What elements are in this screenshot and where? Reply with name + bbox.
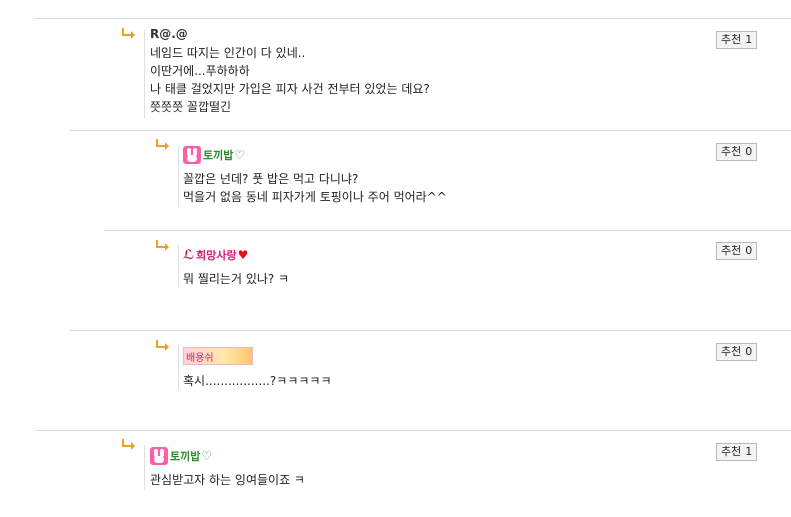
reply-arrow-icon — [156, 139, 169, 150]
recommend-button[interactable]: 추천 0 — [716, 242, 758, 260]
reply-indent-bar — [144, 30, 145, 118]
comment-line: 혹시.................?ㅋㅋㅋㅋㅋ — [183, 374, 332, 388]
recommend-label: 추천 — [721, 145, 742, 158]
recommend-button[interactable]: 추천 1 — [716, 31, 758, 49]
divider — [104, 230, 791, 231]
comment-body: 관심받고자 하는 잉여들이죠 ㅋ — [150, 471, 305, 489]
reply-arrow-icon — [156, 240, 169, 251]
comment-line: 꼴깝은 넌데? 풋 밥은 먹고 다니냐? — [183, 172, 359, 186]
divider — [35, 430, 791, 431]
rabbit-icon — [150, 447, 168, 465]
heart-outline-icon: ♡ — [234, 148, 246, 162]
heart-outline-icon: ♡ — [201, 449, 213, 463]
author-name: 토끼밥 — [170, 450, 201, 463]
comment-author[interactable]: ℒ 희망사랑 ♥ — [183, 245, 248, 265]
reply-indent-bar — [178, 245, 179, 287]
comment-body: 꼴깝은 넌데? 풋 밥은 먹고 다니냐? 먹을거 없음 동네 피자가게 토핑이나… — [183, 170, 447, 206]
comment-line: 쯧쯧쯧 꼴깝떨긴 — [150, 100, 232, 114]
comment-line: 관심받고자 하는 잉여들이죠 ㅋ — [150, 473, 305, 487]
reply-arrow-icon — [122, 439, 135, 450]
comment-author[interactable]: R@.@ — [150, 27, 188, 41]
author-name: 토끼밥 — [203, 149, 234, 162]
divider — [70, 330, 791, 331]
author-name: 희망사랑 — [196, 249, 237, 262]
recommend-button[interactable]: 추천 1 — [716, 443, 758, 461]
author-name: 배용쉬 — [186, 352, 214, 364]
love-logo-icon: ℒ — [183, 247, 195, 263]
recommend-button[interactable]: 추천 0 — [716, 143, 758, 161]
recommend-button[interactable]: 추천 0 — [716, 343, 758, 361]
reply-indent-bar — [178, 145, 179, 207]
comment-body: 네임드 따지는 인간이 다 있네.. 이딴거에...푸하하하 나 태클 걸었지만… — [150, 44, 430, 116]
divider-top — [35, 18, 791, 19]
recommend-label: 추천 — [721, 445, 742, 458]
recommend-count: 0 — [745, 145, 753, 158]
recommend-count: 0 — [745, 345, 753, 358]
comment-line: 먹을거 없음 동네 피자가게 토핑이나 주어 먹어라^^ — [183, 190, 447, 204]
comment-body: 뭐 찔리는거 있나? ㅋ — [183, 270, 289, 288]
divider — [70, 130, 791, 131]
reply-indent-bar — [178, 345, 179, 390]
recommend-count: 0 — [745, 244, 753, 257]
reply-arrow-icon — [156, 340, 169, 351]
comment-line: 이딴거에...푸하하하 — [150, 64, 250, 78]
recommend-label: 추천 — [721, 244, 742, 257]
recommend-label: 추천 — [721, 345, 742, 358]
heart-filled-icon: ♥ — [237, 248, 249, 262]
comment-line: 나 태클 걸었지만 가입은 피자 사건 전부터 있었는 데요? — [150, 82, 430, 96]
recommend-count: 1 — [745, 33, 753, 46]
reply-arrow-icon — [122, 28, 135, 39]
comment-author[interactable]: 토끼밥 ♡ — [150, 446, 212, 466]
comment-author[interactable]: 토끼밥 ♡ — [183, 145, 245, 165]
recommend-label: 추천 — [721, 33, 742, 46]
comment-line: 뭐 찔리는거 있나? ㅋ — [183, 272, 290, 286]
reply-indent-bar — [144, 445, 145, 490]
recommend-count: 1 — [745, 445, 753, 458]
comment-line: 네임드 따지는 인간이 다 있네.. — [150, 46, 306, 60]
nickname-banner-image: 배용쉬 — [183, 347, 253, 365]
comment-body: 혹시.................?ㅋㅋㅋㅋㅋ — [183, 372, 332, 390]
rabbit-icon — [183, 146, 201, 164]
comment-author[interactable]: 배용쉬 — [183, 346, 253, 366]
